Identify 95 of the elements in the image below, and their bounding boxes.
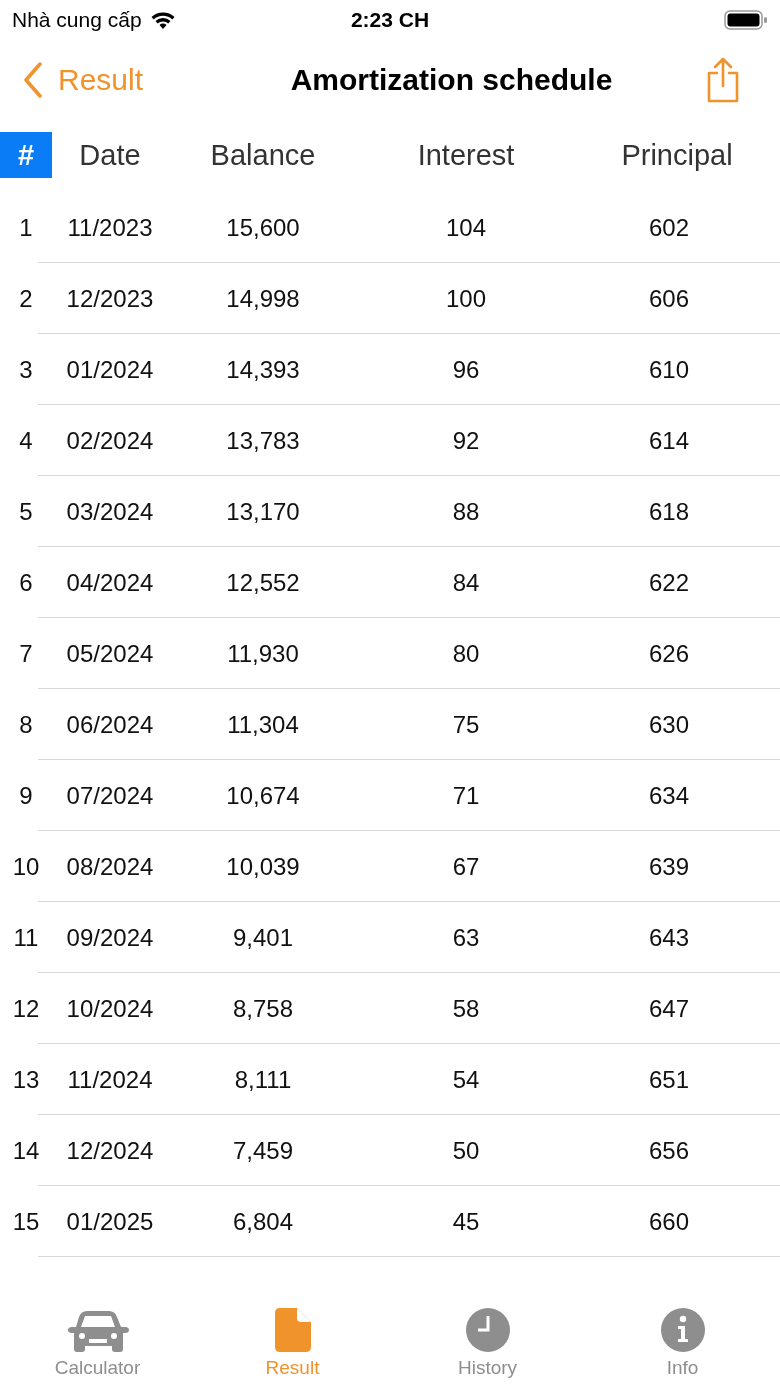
table-cell-text: 630	[647, 710, 690, 739]
table-cell-text: 6	[18, 568, 34, 597]
table-cell-text: 6,804	[231, 1207, 295, 1236]
table-cell-text: 15	[11, 1207, 41, 1236]
table-cell-text: 2	[18, 284, 34, 313]
table-cell-text: 622	[647, 568, 690, 597]
table-cell-text: 610	[647, 355, 690, 384]
clock-icon	[464, 1307, 511, 1353]
table-cell-text: 11/2023	[66, 213, 154, 242]
table-cell-text: 651	[647, 1065, 690, 1094]
table-cell-text: 02/2024	[65, 426, 155, 455]
table-cell-text: 4	[18, 426, 34, 455]
table-cell-text: 1	[18, 213, 34, 242]
table-cell-text: 11,304	[226, 710, 300, 739]
table-cell-text: 8	[18, 710, 34, 739]
table-cell-text: 656	[647, 1136, 690, 1165]
table-cell-text: 13	[11, 1065, 41, 1094]
table-cell-text: 13,783	[225, 426, 301, 455]
column-header[interactable]: Interest	[358, 132, 574, 178]
table-cell-text: 45	[451, 1207, 481, 1236]
table-cell-text: 8,111	[233, 1065, 293, 1094]
table-cell-text: 647	[647, 994, 690, 1023]
battery-icon	[724, 9, 768, 31]
tab-bar-item[interactable]: History	[390, 1303, 585, 1379]
table-cell-text: 12,552	[225, 568, 301, 597]
screen-title: Amortization schedule	[289, 63, 614, 97]
table-cell-text: 639	[647, 852, 690, 881]
table-cell-text: 9	[18, 781, 34, 810]
table-cell-text: 9,401	[231, 923, 295, 952]
table-cell-text: 643	[647, 923, 690, 952]
table-cell-text: 626	[647, 639, 690, 668]
table-cell-text: 12/2023	[65, 284, 155, 313]
table-cell-text: 10,674	[225, 781, 301, 810]
table-cell-text: 8,758	[231, 994, 295, 1023]
table-cell-text: 14	[11, 1136, 41, 1165]
table-cell-text: 602	[647, 213, 690, 242]
table-cell-text: 50	[451, 1136, 481, 1165]
table-cell-text: 84	[451, 568, 481, 597]
table-cell-text: 01/2025	[65, 1207, 155, 1236]
tab-bar-item[interactable]: Result	[195, 1303, 390, 1379]
table-cell-text: 5	[18, 497, 34, 526]
car-icon	[66, 1309, 129, 1353]
column-header[interactable]: Principal	[574, 132, 780, 178]
carrier-name: Nhà cung cấp	[12, 8, 142, 32]
table-cell-text: 15,600	[225, 213, 301, 242]
table-cell-text: 96	[451, 355, 481, 384]
table-cell-text: 92	[451, 426, 481, 455]
table-cell-text: 11	[12, 923, 40, 952]
table-cell-text: 09/2024	[65, 923, 155, 952]
table-cell-text: 14,393	[225, 355, 301, 384]
table-cell-text: 10,039	[225, 852, 301, 881]
table-cell-text: 04/2024	[65, 568, 155, 597]
table-cell-text: 05/2024	[65, 639, 155, 668]
table-cell-text: 14,998	[225, 284, 301, 313]
table-cell-text: 54	[451, 1065, 481, 1094]
table-cell-text: 67	[451, 852, 481, 881]
table-cell-text: 104	[444, 213, 487, 242]
table-cell-text: 03/2024	[65, 497, 155, 526]
table-cell-text: 71	[451, 781, 481, 810]
table-cell-text: 7	[18, 639, 34, 668]
table-cell-text: 100	[444, 284, 487, 313]
clock-time: 2:23 CH	[350, 8, 430, 32]
table-cell-text: 58	[451, 994, 481, 1023]
table-cell-text: 63	[451, 923, 481, 952]
table-cell-text: 606	[647, 284, 690, 313]
wifi-icon	[149, 10, 176, 30]
column-header[interactable]: Balance	[168, 132, 358, 178]
info-icon	[659, 1307, 706, 1353]
table-cell-text: 01/2024	[65, 355, 155, 384]
chevron-left-icon	[22, 62, 44, 98]
table-cell-text: 11/2024	[66, 1065, 154, 1094]
table-cell-text: 11,930	[226, 639, 300, 668]
document-icon	[273, 1307, 312, 1353]
tab-bar-item[interactable]: Calculator	[0, 1303, 195, 1379]
table-cell-text: 08/2024	[65, 852, 155, 881]
back-button[interactable]: Result	[22, 62, 207, 98]
table-cell-text: 13,170	[225, 497, 301, 526]
table-cell-text: 634	[647, 781, 690, 810]
column-header[interactable]: #	[0, 132, 52, 178]
table-cell-text: 7,459	[231, 1136, 295, 1165]
table-cell-text: 3	[18, 355, 34, 384]
table-cell-text: 75	[451, 710, 481, 739]
table-cell-text: 06/2024	[65, 710, 155, 739]
table-cell-text: 07/2024	[65, 781, 155, 810]
table-cell-text: 10	[11, 852, 41, 881]
tab-bar-item[interactable]: Info	[585, 1303, 780, 1379]
table-cell-text: 618	[647, 497, 690, 526]
table-cell-text: 10/2024	[65, 994, 155, 1023]
table-cell-text: 80	[451, 639, 481, 668]
table-cell-text: 614	[647, 426, 690, 455]
table-cell-text: 660	[647, 1207, 690, 1236]
table-cell-text: 88	[451, 497, 481, 526]
table-cell-text: 12	[11, 994, 41, 1023]
column-header[interactable]: Date	[52, 132, 168, 178]
table-cell-text: 12/2024	[65, 1136, 155, 1165]
